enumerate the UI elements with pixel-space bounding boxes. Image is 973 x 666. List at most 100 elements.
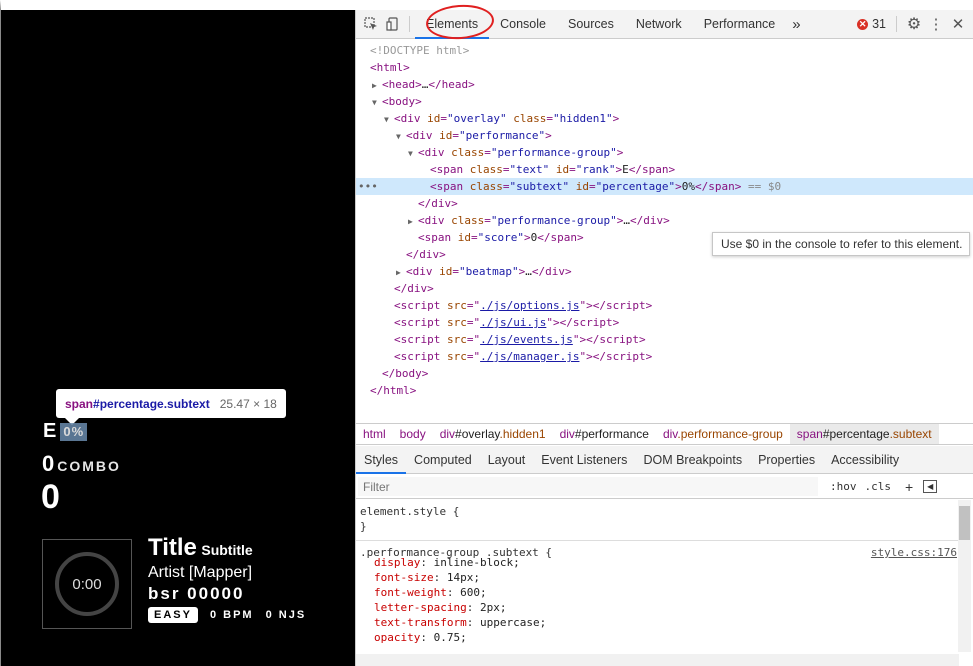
page-preview: span #percentage.subtext 25.47 × 18 E 0% … [0,0,355,666]
close-icon[interactable]: ✕ [947,13,969,35]
element-style-close: } [360,520,367,533]
devtools-tabbar: Elements Console Sources Network Perform… [356,2,973,42]
element-tooltip: span #percentage.subtext 25.47 × 18 [56,389,286,418]
dom-line[interactable]: ▼ <body> [356,93,973,110]
percentage-text[interactable]: 0% [60,422,88,441]
breadcrumb-item[interactable]: div.performance-group [656,427,790,441]
script-link[interactable]: ./js/manager.js [480,350,579,363]
bsr-code: bsr 00000 [148,584,245,603]
css-property[interactable]: display: inline-block; [356,555,959,570]
doctype-text: <!DOCTYPE html> [370,44,470,57]
tab-layout[interactable]: Layout [480,446,534,474]
dom-line-selected[interactable]: ••• <span class="subtext" id="percentage"… [356,178,973,195]
dom-line[interactable]: <script src="./js/manager.js"></script> [356,348,973,365]
combo-label: COMBO [57,458,121,474]
tab-computed[interactable]: Computed [406,446,480,474]
computed-sidebar-icon[interactable]: ◀ [923,480,938,493]
expand-arrow-icon[interactable]: ▶ [396,264,406,281]
expand-arrow-icon[interactable]: ▶ [408,213,418,230]
dom-line[interactable]: <html> [356,59,973,76]
script-link[interactable]: ./js/options.js [480,299,579,312]
script-link[interactable]: ./js/events.js [480,333,573,346]
dom-line[interactable]: </html> [356,382,973,399]
tooltip-tag: span [65,396,94,411]
scrollbar-thumb[interactable] [959,506,970,540]
collapse-arrow-icon[interactable]: ▼ [372,94,382,111]
css-property[interactable]: letter-spacing: 2px; [356,600,959,615]
rule-selector[interactable]: .performance-group .subtext { style.css:… [356,540,959,559]
tab-dom-breakpoints[interactable]: DOM Breakpoints [635,446,750,474]
error-icon: ✕ [857,18,869,30]
song-cover: 0:00 [42,539,132,629]
tab-network[interactable]: Network [625,10,693,39]
dom-line[interactable]: <script src="./js/events.js"></script> [356,331,973,348]
styles-filter-input[interactable] [358,477,818,496]
styles-subtabs: Styles Computed Layout Event Listeners D… [356,446,973,474]
tab-elements[interactable]: Elements [415,10,490,39]
toolbar-divider [409,16,410,32]
error-badge[interactable]: ✕ 31 [857,17,886,31]
error-count: 31 [872,17,886,31]
song-title: Title [148,534,197,561]
combo-count: 0 [42,451,55,476]
tab-event-listeners[interactable]: Event Listeners [533,446,635,474]
dom-line[interactable]: ▶ <div class="performance-group">…</div> [356,212,973,229]
difficulty-badge: EASY [148,607,198,623]
dom-line[interactable]: <script src="./js/options.js"></script> [356,297,973,314]
styles-scrollbar[interactable] [958,500,971,652]
dom-line[interactable]: ▶ <div id="beatmap">…</div> [356,263,973,280]
inspect-element-icon[interactable] [360,13,382,35]
tab-styles[interactable]: Styles [356,446,407,474]
dom-line[interactable]: <!DOCTYPE html> [356,42,973,59]
tab-performance[interactable]: Performance [693,10,787,39]
styles-filter-bar: :hov .cls + ◀ [356,475,973,499]
dom-tree[interactable]: <!DOCTYPE html> <html> ▶ <head>…</head> ▼… [356,39,973,419]
collapse-arrow-icon[interactable]: ▼ [396,128,406,145]
dom-line[interactable]: </body> [356,365,973,382]
css-property[interactable]: font-weight: 600; [356,585,959,600]
breadcrumb-item[interactable]: body [393,427,433,441]
cls-toggle[interactable]: .cls [865,480,892,493]
tab-sources[interactable]: Sources [557,10,625,39]
dom-line[interactable]: </div> [356,280,973,297]
song-info: Title Subtitle Artist [Mapper] bsr 00000… [148,534,306,623]
dom-line[interactable]: ▼ <div id="performance"> [356,127,973,144]
more-options-icon[interactable]: ••• [358,178,378,195]
dom-line[interactable]: ▶ <head>…</head> [356,76,973,93]
breadcrumb: html body div#overlay.hidden1 div#perfor… [356,423,973,445]
collapse-arrow-icon[interactable]: ▼ [408,145,418,162]
dom-line[interactable]: </div> [356,195,973,212]
gear-icon[interactable]: ⚙ [903,13,925,35]
tooltip-size: 25.47 × 18 [219,396,277,411]
new-rule-icon[interactable]: + [905,479,913,495]
time-text: 0:00 [72,575,102,593]
styles-h-scrollbar[interactable] [356,654,959,666]
hov-toggle[interactable]: :hov [830,480,857,493]
collapse-arrow-icon[interactable]: ▼ [384,111,394,128]
dom-line[interactable]: <script src="./js/ui.js"></script> [356,314,973,331]
tab-console[interactable]: Console [489,10,557,39]
breadcrumb-item[interactable]: html [356,427,393,441]
tab-accessibility[interactable]: Accessibility [823,446,907,474]
css-property[interactable]: text-transform: uppercase; [356,615,959,630]
song-subtitle: Subtitle [201,542,253,558]
dom-line[interactable]: ▼ <div id="overlay" class="hidden1"> [356,110,973,127]
script-link[interactable]: ./js/ui.js [480,316,546,329]
breadcrumb-item-current[interactable]: span#percentage.subtext [789,424,939,444]
breadcrumb-item[interactable]: div#overlay.hidden1 [433,427,553,441]
dom-line[interactable]: ▼ <div class="performance-group"> [356,144,973,161]
device-toolbar-icon[interactable] [382,13,404,35]
css-property[interactable]: font-size: 14px; [356,570,959,585]
tab-properties[interactable]: Properties [750,446,823,474]
styles-pane[interactable]: element.style { } .performance-group .su… [356,500,959,666]
element-style-open[interactable]: element.style { [356,504,959,519]
dom-line[interactable]: <span class="text" id="rank">E</span> [356,161,973,178]
map-meta: EASY 0 BPM 0 NJS [148,607,306,623]
css-property[interactable]: opacity: 0.75; [356,630,959,645]
more-tabs-icon[interactable]: » [786,10,806,39]
combo-row: 0 COMBO [42,451,121,477]
devtools-panel: Elements Console Sources Network Perform… [355,2,973,666]
expand-arrow-icon[interactable]: ▶ [372,77,382,94]
kebab-menu-icon[interactable]: ⋮ [925,13,947,35]
breadcrumb-item[interactable]: div#performance [553,427,656,441]
